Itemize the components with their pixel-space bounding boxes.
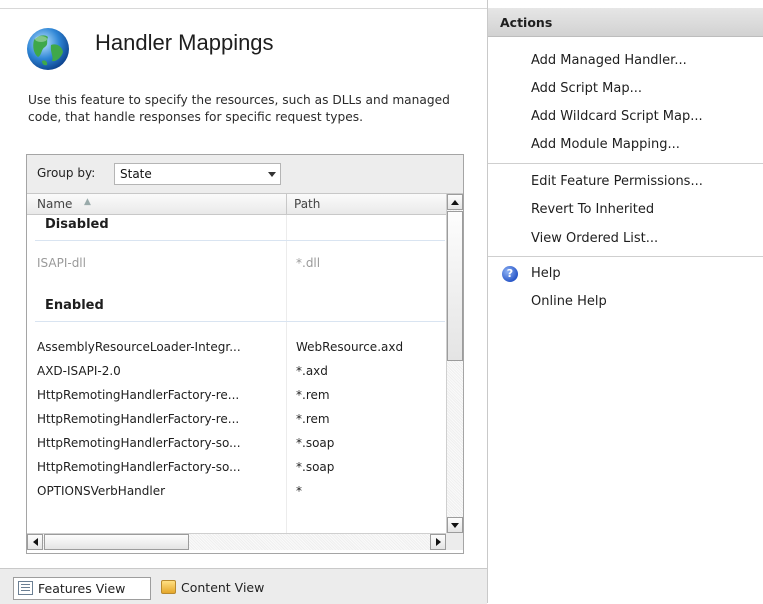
revert-to-inherited-link[interactable]: Revert To Inherited bbox=[531, 202, 654, 217]
chevron-down-icon bbox=[268, 172, 276, 177]
table-row[interactable]: AXD-ISAPI-2.0 *.axd bbox=[27, 360, 446, 384]
vertical-scrollbar[interactable] bbox=[446, 194, 463, 533]
actions-title: Actions bbox=[500, 15, 553, 30]
row-path: *.rem bbox=[296, 412, 330, 426]
row-path: WebResource.axd bbox=[296, 340, 404, 354]
features-view-label: Features View bbox=[38, 581, 126, 596]
row-path: * bbox=[296, 484, 302, 498]
column-header-path[interactable]: Path bbox=[294, 197, 320, 211]
column-header: Name ▲ Path bbox=[27, 194, 446, 215]
arrow-down-icon bbox=[451, 523, 459, 528]
scroll-left-button[interactable] bbox=[27, 534, 43, 550]
help-link[interactable]: Help bbox=[531, 266, 561, 281]
column-header-name[interactable]: Name bbox=[37, 197, 72, 211]
group-header-disabled[interactable]: Disabled bbox=[27, 214, 446, 238]
row-path: *.dll bbox=[296, 256, 321, 270]
table-row[interactable]: HttpRemotingHandlerFactory-so... *.soap bbox=[27, 456, 446, 480]
add-managed-handler-link[interactable]: Add Managed Handler... bbox=[531, 53, 687, 68]
page-description: Use this feature to specify the resource… bbox=[28, 93, 450, 124]
globe-icon bbox=[27, 28, 69, 70]
vertical-scroll-thumb[interactable] bbox=[447, 211, 463, 361]
add-script-map-link[interactable]: Add Script Map... bbox=[531, 81, 642, 96]
group-by-select[interactable]: State bbox=[114, 163, 281, 185]
table-row[interactable]: ISAPI-dll *.dll bbox=[27, 252, 446, 276]
group-label: Enabled bbox=[45, 298, 104, 313]
row-name: HttpRemotingHandlerFactory-re... bbox=[37, 388, 240, 402]
row-name: AssemblyResourceLoader-Integr... bbox=[37, 340, 241, 354]
add-wildcard-script-map-link[interactable]: Add Wildcard Script Map... bbox=[531, 109, 703, 124]
row-path: *.rem bbox=[296, 388, 330, 402]
row-name: HttpRemotingHandlerFactory-so... bbox=[37, 436, 241, 450]
group-divider bbox=[35, 321, 445, 322]
scroll-corner bbox=[446, 533, 463, 550]
content-view-icon bbox=[161, 580, 176, 594]
group-header-enabled[interactable]: Enabled bbox=[27, 295, 446, 319]
group-divider bbox=[35, 240, 445, 241]
divider bbox=[0, 8, 487, 9]
row-path: *.soap bbox=[296, 460, 335, 474]
row-name: HttpRemotingHandlerFactory-so... bbox=[37, 460, 241, 474]
features-view-button[interactable]: Features View bbox=[13, 577, 151, 600]
row-name: HttpRemotingHandlerFactory-re... bbox=[37, 412, 240, 426]
sort-ascending-icon: ▲ bbox=[84, 197, 91, 207]
page-title: Handler Mappings bbox=[95, 30, 274, 55]
table-row[interactable]: HttpRemotingHandlerFactory-so... *.soap bbox=[27, 432, 446, 456]
row-name: ISAPI-dll bbox=[37, 256, 86, 270]
actions-pane: Actions Add Managed Handler... Add Scrip… bbox=[487, 0, 763, 603]
arrow-up-icon bbox=[451, 200, 459, 205]
row-path: *.axd bbox=[296, 364, 328, 378]
content-view-button[interactable]: Content View bbox=[157, 577, 287, 600]
scroll-up-button[interactable] bbox=[447, 194, 463, 210]
horizontal-scroll-thumb[interactable] bbox=[44, 534, 189, 550]
scroll-down-button[interactable] bbox=[447, 517, 463, 533]
row-name: OPTIONSVerbHandler bbox=[37, 484, 166, 498]
handler-mappings-grid: Group by: State Name ▲ Path Disabled ISA… bbox=[26, 154, 464, 554]
row-name: AXD-ISAPI-2.0 bbox=[37, 364, 121, 378]
scroll-right-button[interactable] bbox=[430, 534, 446, 550]
arrow-left-icon bbox=[33, 538, 38, 546]
table-row[interactable]: OPTIONSVerbHandler * bbox=[27, 480, 446, 504]
actions-divider bbox=[488, 256, 763, 257]
help-icon: ? bbox=[502, 266, 518, 282]
group-label: Disabled bbox=[45, 217, 109, 232]
group-by-label: Group by: bbox=[37, 166, 96, 180]
group-by-bar: Group by: State bbox=[27, 155, 463, 194]
arrow-right-icon bbox=[436, 538, 441, 546]
actions-divider bbox=[488, 163, 763, 164]
features-pane: Handler Mappings Use this feature to spe… bbox=[0, 0, 487, 604]
add-module-mapping-link[interactable]: Add Module Mapping... bbox=[531, 137, 680, 152]
actions-header: Actions bbox=[488, 8, 763, 37]
view-ordered-list-link[interactable]: View Ordered List... bbox=[531, 231, 658, 246]
group-by-value: State bbox=[120, 167, 152, 181]
content-view-label: Content View bbox=[181, 580, 265, 595]
horizontal-scrollbar[interactable] bbox=[27, 533, 446, 550]
table-row[interactable]: AssemblyResourceLoader-Integr... WebReso… bbox=[27, 336, 446, 360]
online-help-link[interactable]: Online Help bbox=[531, 294, 607, 309]
view-switcher: Features View Content View bbox=[0, 568, 487, 604]
features-view-icon bbox=[18, 581, 33, 595]
row-path: *.soap bbox=[296, 436, 335, 450]
table-row[interactable]: HttpRemotingHandlerFactory-re... *.rem bbox=[27, 408, 446, 432]
edit-feature-permissions-link[interactable]: Edit Feature Permissions... bbox=[531, 174, 703, 189]
column-divider[interactable] bbox=[286, 194, 287, 214]
table-row[interactable]: HttpRemotingHandlerFactory-re... *.rem bbox=[27, 384, 446, 408]
